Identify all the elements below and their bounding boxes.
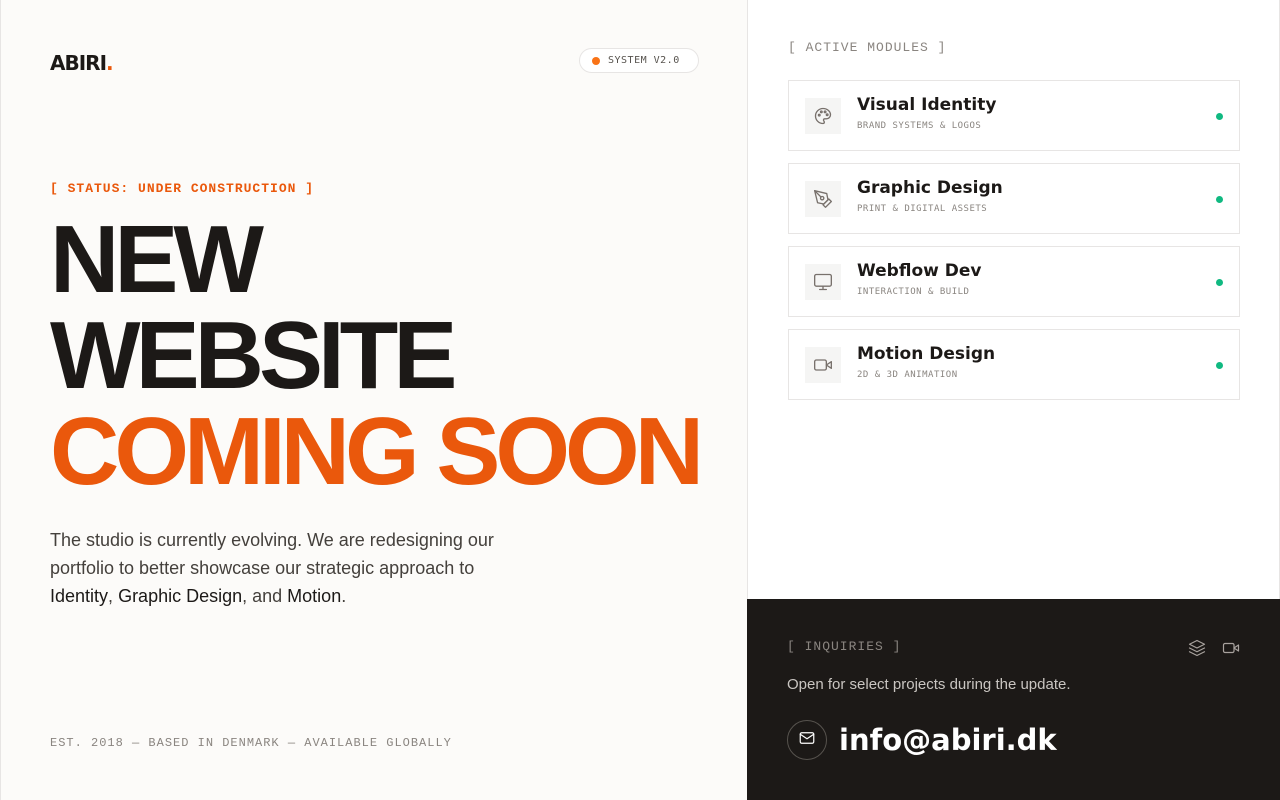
mail-icon <box>798 729 816 752</box>
module-status-dot <box>1216 279 1223 286</box>
headline-line-1: NEW <box>50 206 264 313</box>
pen-tool-icon <box>805 181 841 217</box>
system-version-label: SYSTEM V2.0 <box>608 55 680 66</box>
highlight-motion: Motion <box>287 586 342 606</box>
module-status-dot <box>1216 113 1223 120</box>
module-card-motion-design[interactable]: Motion Design 2D & 3D ANIMATION <box>788 329 1240 400</box>
footer-info: EST. 2018 — BASED IN DENMARK — AVAILABLE… <box>50 736 452 750</box>
mail-button[interactable] <box>787 720 827 760</box>
module-subtitle: INTERACTION & BUILD <box>857 287 970 297</box>
module-name: Webflow Dev <box>857 261 982 281</box>
studio-description: The studio is currently evolving. We are… <box>50 530 494 606</box>
headline: NEW WEBSITE COMING SOON <box>50 206 704 505</box>
inquiries-heading: [ INQUIRIES ] <box>787 639 902 654</box>
module-name: Motion Design <box>857 344 996 364</box>
inquiries-panel: [ INQUIRIES ] Open for select projects d… <box>747 599 1280 800</box>
monitor-icon <box>805 264 841 300</box>
brand-logo[interactable]: ABIRI. <box>50 51 114 75</box>
video-icon <box>1222 639 1240 662</box>
module-status-dot <box>1216 196 1223 203</box>
modules-heading: [ ACTIVE MODULES ] <box>788 40 947 55</box>
module-subtitle: 2D & 3D ANIMATION <box>857 370 958 380</box>
module-subtitle: PRINT & DIGITAL ASSETS <box>857 204 988 214</box>
system-version-badge: SYSTEM V2.0 <box>579 48 699 73</box>
inquiries-icons <box>1188 639 1240 662</box>
highlight-identity: Identity <box>50 586 109 606</box>
headline-line-3: COMING SOON <box>50 398 704 505</box>
module-name: Visual Identity <box>857 95 997 115</box>
highlight-graphic-design: Graphic Design <box>118 586 243 606</box>
module-subtitle: BRAND SYSTEMS & LOGOS <box>857 121 982 131</box>
logo-dot: . <box>106 51 114 75</box>
module-card-graphic-design[interactable]: Graphic Design PRINT & DIGITAL ASSETS <box>788 163 1240 234</box>
email-link[interactable]: info@abiri.dk <box>839 720 1057 760</box>
headline-line-2: WEBSITE <box>50 302 457 409</box>
inquiries-text: Open for select projects during the upda… <box>787 676 1071 693</box>
status-label: [ STATUS: UNDER CONSTRUCTION ] <box>50 181 315 196</box>
palette-icon <box>805 98 841 134</box>
video-icon <box>805 347 841 383</box>
main-panel: ABIRI. SYSTEM V2.0 [ STATUS: UNDER CONST… <box>0 0 747 800</box>
module-status-dot <box>1216 362 1223 369</box>
module-name: Graphic Design <box>857 178 1003 198</box>
status-indicator-dot <box>592 56 600 65</box>
module-card-webflow-dev[interactable]: Webflow Dev INTERACTION & BUILD <box>788 246 1240 317</box>
module-card-visual-identity[interactable]: Visual Identity BRAND SYSTEMS & LOGOS <box>788 80 1240 151</box>
layers-icon <box>1188 639 1206 662</box>
